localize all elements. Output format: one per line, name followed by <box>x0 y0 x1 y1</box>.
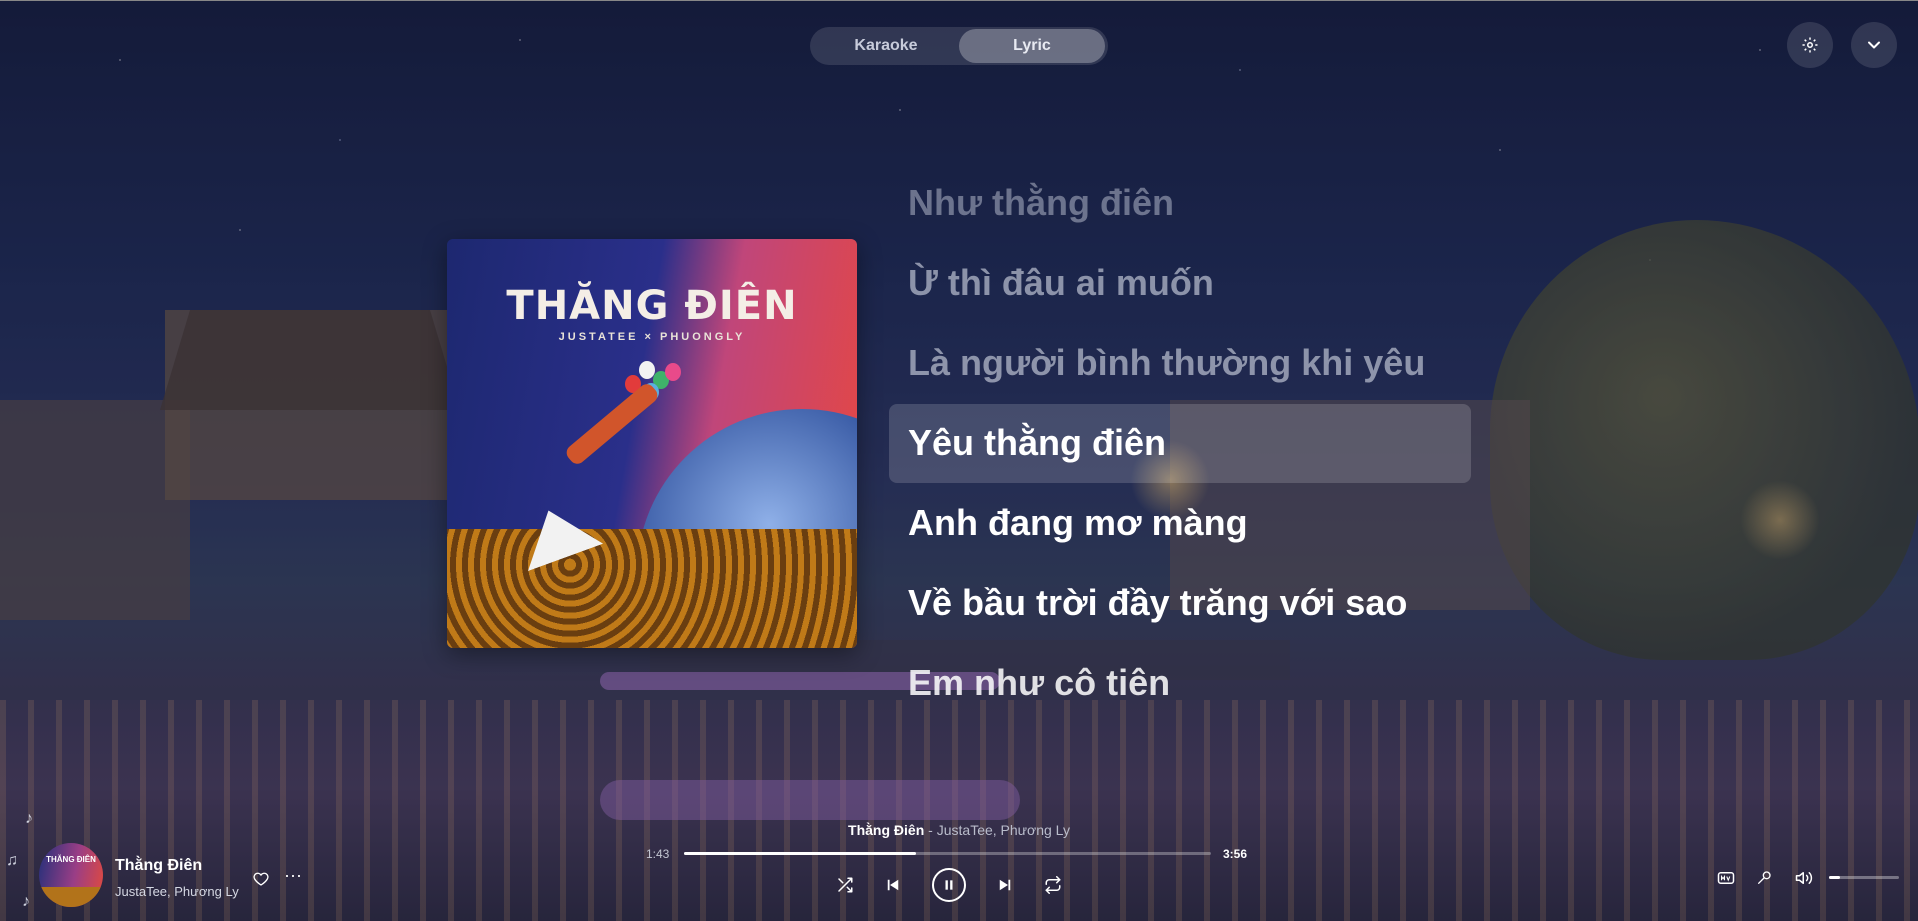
thumbnail-title: THĂNG ĐIÊN <box>46 855 96 864</box>
lyric-line[interactable]: Về bầu trời đầy trăng với sao <box>908 582 1407 624</box>
flying-person <box>563 380 661 468</box>
play-pause-button[interactable] <box>932 868 966 902</box>
sunflower-field <box>447 529 857 648</box>
total-time: 3:56 <box>1223 847 1248 861</box>
volume-fill <box>1829 876 1840 879</box>
more-options-button[interactable]: ··· <box>282 866 304 888</box>
window-top-border <box>0 0 1918 1</box>
karaoke-mic-button[interactable] <box>1752 866 1776 890</box>
shuffle-button[interactable] <box>830 870 860 900</box>
mode-tabs: Karaoke Lyric <box>810 27 1108 65</box>
repeat-icon <box>1045 876 1061 894</box>
gear-icon <box>1802 37 1818 53</box>
settings-button[interactable] <box>1787 22 1833 68</box>
music-note-icon: ♪ <box>22 893 30 910</box>
volume-slider[interactable] <box>1829 876 1899 879</box>
pause-icon <box>945 880 953 890</box>
now-playing-line: Thằng Điên - JustaTee, Phương Ly <box>0 822 1918 838</box>
now-playing-title: Thằng Điên <box>848 822 925 838</box>
now-playing-separator: - <box>924 822 937 838</box>
previous-button[interactable] <box>878 870 908 900</box>
mv-icon <box>1717 872 1735 884</box>
album-art: THĂNG ĐIÊN JUSTATEE × PHUONGLY <box>447 239 857 648</box>
collapse-button[interactable] <box>1851 22 1897 68</box>
album-title: THĂNG ĐIÊN <box>506 283 798 329</box>
song-artist[interactable]: JustaTee, Phương Ly <box>115 884 239 899</box>
progress-fill <box>684 852 916 855</box>
song-thumbnail[interactable]: THĂNG ĐIÊN <box>39 843 103 907</box>
skip-forward-icon <box>999 879 1011 891</box>
next-button[interactable] <box>990 870 1020 900</box>
lyric-line[interactable]: Là người bình thường khi yêu <box>908 342 1425 384</box>
album-subtitle: JUSTATEE × PHUONGLY <box>558 331 746 343</box>
mv-button[interactable] <box>1714 866 1738 890</box>
lyric-line[interactable]: Anh đang mơ màng <box>908 502 1248 544</box>
like-button[interactable] <box>250 868 272 890</box>
lyric-line[interactable]: Như thằng điên <box>908 182 1174 224</box>
skip-back-icon <box>887 879 899 891</box>
shuffle-icon <box>838 877 853 893</box>
tab-lyric[interactable]: Lyric <box>959 29 1105 63</box>
heart-icon <box>253 872 269 886</box>
lyric-line[interactable]: Ừ thì đâu ai muốn <box>908 262 1214 304</box>
music-note-icon: ♫ <box>6 852 18 869</box>
progress-bar[interactable] <box>684 852 1211 855</box>
now-playing-artist: JustaTee, Phương Ly <box>936 822 1070 838</box>
tab-karaoke[interactable]: Karaoke <box>813 29 959 63</box>
lyric-line[interactable]: Em như cô tiên <box>908 662 1170 704</box>
thumbnail-field <box>39 887 103 907</box>
volume-icon <box>1795 872 1813 884</box>
volume-button[interactable] <box>1792 866 1816 890</box>
chevron-down-icon <box>1868 41 1880 49</box>
song-title[interactable]: Thằng Điên <box>115 857 202 875</box>
microphone-icon <box>1758 871 1771 884</box>
lyric-line-current[interactable]: Yêu thằng điên <box>908 422 1166 464</box>
repeat-button[interactable] <box>1038 870 1068 900</box>
current-time: 1:43 <box>646 847 670 861</box>
